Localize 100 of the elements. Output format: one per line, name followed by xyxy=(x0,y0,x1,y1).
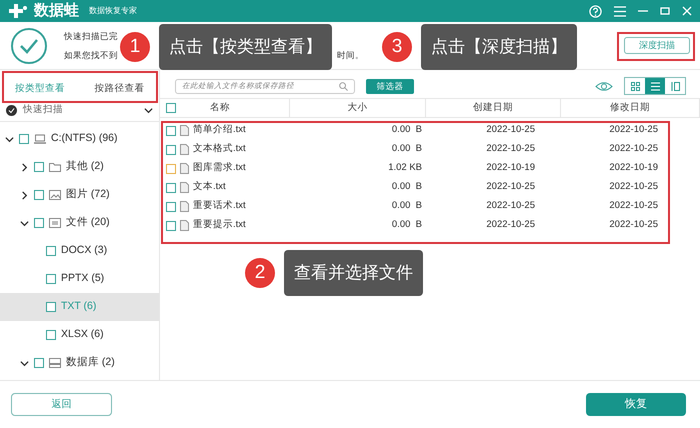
checkbox[interactable] xyxy=(46,302,56,312)
file-size: 0.00 B xyxy=(390,218,423,232)
file-icon xyxy=(180,182,189,193)
chevron-down-icon[interactable] xyxy=(20,218,29,228)
checkbox[interactable] xyxy=(46,330,56,340)
file-name: 文本.txt xyxy=(193,180,226,194)
tree-item[interactable]: DOCX (3) xyxy=(0,237,159,265)
checkbox[interactable] xyxy=(166,202,176,212)
check-circle-icon xyxy=(6,105,17,116)
tree-label: C:(NTFS) (96) xyxy=(51,131,118,146)
file-icon xyxy=(180,220,189,231)
created-date: 2022-10-25 xyxy=(485,180,536,194)
help-icon[interactable] xyxy=(589,4,602,18)
file-name: 简单介绍.txt xyxy=(193,123,246,138)
tree-label: 图片 (72) xyxy=(66,187,110,202)
eye-icon[interactable] xyxy=(595,80,613,92)
file-name: 文本格式.txt xyxy=(193,142,246,156)
checkbox[interactable] xyxy=(34,358,44,368)
chevron-down-icon[interactable] xyxy=(5,134,14,144)
tree-label: 文件 (20) xyxy=(66,215,110,230)
checkbox[interactable] xyxy=(34,162,44,172)
file-icon xyxy=(180,201,189,212)
maximize-icon[interactable] xyxy=(660,6,670,16)
file-size: 0.00 B xyxy=(390,123,423,138)
chevron-down-icon xyxy=(144,106,153,115)
logo-icon xyxy=(8,3,28,19)
filter-button[interactable]: 筛选器 xyxy=(366,78,414,94)
column-header: 名称 xyxy=(210,100,230,115)
columns-icon xyxy=(670,82,680,90)
column-header: 创建日期 xyxy=(473,100,513,115)
checkbox[interactable] xyxy=(166,182,176,192)
file-icon xyxy=(180,144,189,155)
step-number: 3 xyxy=(382,32,412,62)
created-date: 2022-10-25 xyxy=(485,142,536,156)
checkbox[interactable] xyxy=(166,103,176,113)
tree-item[interactable]: 数据库 (2) xyxy=(0,349,159,377)
file-size: 0.00 B xyxy=(390,199,423,214)
file-name: 重要话术.txt xyxy=(193,199,246,214)
tree-label: XLSX (6) xyxy=(61,327,104,342)
checkmark-circle-icon xyxy=(10,26,48,64)
tree-label: 数据库 (2) xyxy=(66,355,115,370)
modified-date: 2022-10-25 xyxy=(608,180,659,194)
scan-selector[interactable]: 快速扫描 xyxy=(0,100,159,122)
chevron-down-icon[interactable] xyxy=(20,358,29,368)
folder-icon xyxy=(49,162,61,172)
file-icon xyxy=(180,163,189,174)
step-number: 2 xyxy=(245,258,275,288)
checkbox[interactable] xyxy=(166,144,176,154)
file-size: 1.02 KB xyxy=(387,161,423,176)
tree-label: DOCX (3) xyxy=(61,243,108,258)
app-name: 数据蛙 xyxy=(34,0,79,21)
tree-label: TXT (6) xyxy=(61,299,96,314)
checkbox[interactable] xyxy=(166,126,176,136)
view-mode-button[interactable] xyxy=(645,78,665,94)
recover-button[interactable]: 恢复 xyxy=(586,393,686,416)
tree-item[interactable]: C:(NTFS) (96) xyxy=(0,125,159,153)
column-header: 修改日期 xyxy=(610,100,650,115)
view-tab[interactable]: 按路径查看 xyxy=(94,82,144,96)
created-date: 2022-10-25 xyxy=(485,218,536,232)
app-subtitle: 数据恢复专家 xyxy=(89,5,137,17)
grid-icon xyxy=(630,82,640,90)
callout-bubble: 点击【深度扫描】 xyxy=(421,24,577,70)
checkbox[interactable] xyxy=(46,274,56,284)
document-icon xyxy=(49,218,61,228)
tree-item[interactable]: PPTX (5) xyxy=(0,265,159,293)
modified-date: 2022-10-25 xyxy=(608,142,659,156)
file-name: 重要提示.txt xyxy=(193,218,246,232)
database-icon xyxy=(49,358,61,368)
hint-text: 如果您找不到 xyxy=(64,48,118,62)
checkbox[interactable] xyxy=(34,218,44,228)
checkbox[interactable] xyxy=(46,246,56,256)
step-number: 1 xyxy=(120,32,150,62)
menu-icon[interactable] xyxy=(614,6,626,16)
tree-label: PPTX (5) xyxy=(61,271,104,286)
search-icon xyxy=(339,82,348,90)
tree-item[interactable]: 图片 (72) xyxy=(0,181,159,209)
modified-date: 2022-10-25 xyxy=(608,218,659,232)
drive-icon xyxy=(34,134,46,144)
tree-label: 其他 (2) xyxy=(66,159,104,174)
tree-item[interactable]: 文件 (20) xyxy=(0,209,159,237)
file-icon xyxy=(180,125,189,136)
chevron-right-icon[interactable] xyxy=(20,190,29,200)
checkbox[interactable] xyxy=(166,220,176,230)
checkbox[interactable] xyxy=(34,190,44,200)
created-date: 2022-10-19 xyxy=(485,161,536,176)
callout-bubble: 点击【按类型查看】 xyxy=(159,24,332,70)
tree-item[interactable]: XLSX (6) xyxy=(0,321,159,349)
scan-status-text: 快速扫描已完 xyxy=(64,30,119,42)
checkbox[interactable] xyxy=(166,164,176,174)
modified-date: 2022-10-25 xyxy=(608,123,659,138)
close-icon[interactable] xyxy=(682,6,692,16)
modified-date: 2022-10-19 xyxy=(608,161,659,176)
created-date: 2022-10-25 xyxy=(485,123,536,138)
modified-date: 2022-10-25 xyxy=(608,199,659,214)
created-date: 2022-10-25 xyxy=(485,199,536,214)
checkbox[interactable] xyxy=(19,134,29,144)
tree-item[interactable]: 其他 (2) xyxy=(0,153,159,181)
hint-text: 时间。 xyxy=(337,48,364,62)
chevron-right-icon[interactable] xyxy=(20,162,29,172)
file-size: 0.00 B xyxy=(390,180,423,194)
